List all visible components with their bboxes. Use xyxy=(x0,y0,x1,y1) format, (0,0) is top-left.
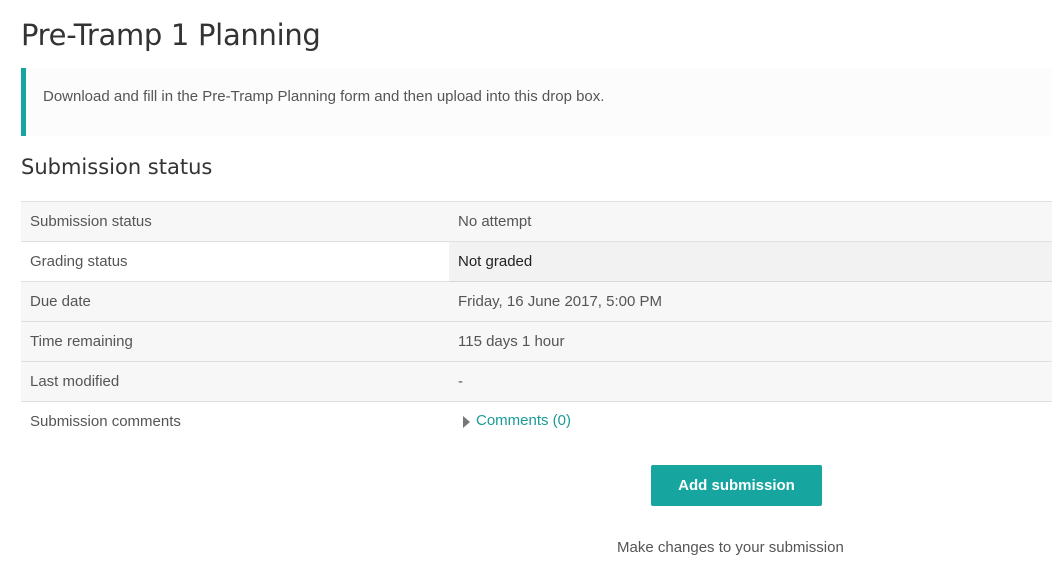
row-value: Friday, 16 June 2017, 5:00 PM xyxy=(449,281,1052,322)
assignment-page: Pre-Tramp 1 Planning Download and fill i… xyxy=(0,0,1052,585)
table-row: Time remaining 115 days 1 hour xyxy=(21,321,1052,362)
row-value: No attempt xyxy=(449,201,1052,242)
table-row: Last modified - xyxy=(21,361,1052,402)
row-label: Last modified xyxy=(21,361,449,402)
table-row: Grading status Not graded xyxy=(21,241,1052,282)
intro-text: Download and fill in the Pre-Tramp Plann… xyxy=(43,88,605,105)
intro-box: Download and fill in the Pre-Tramp Plann… xyxy=(21,68,1052,136)
page-title: Pre-Tramp 1 Planning xyxy=(21,18,321,52)
table-row: Due date Friday, 16 June 2017, 5:00 PM xyxy=(21,281,1052,322)
triangle-right-icon[interactable] xyxy=(463,415,470,428)
comments-link[interactable]: Comments (0) xyxy=(476,412,571,429)
row-value: - xyxy=(449,361,1052,402)
row-label: Due date xyxy=(21,281,449,322)
table-row: Submission comments Comments (0) xyxy=(21,401,1052,442)
row-value: Comments (0) xyxy=(449,401,1052,442)
row-label: Submission comments xyxy=(21,401,449,442)
grading-status-value: Not graded xyxy=(449,241,1052,282)
row-label: Submission status xyxy=(21,201,449,242)
table-row: Submission status No attempt xyxy=(21,201,1052,242)
add-submission-help-text: Make changes to your submission xyxy=(617,539,844,556)
submission-status-table: Submission status No attempt Grading sta… xyxy=(21,201,1052,442)
submission-status-heading: Submission status xyxy=(21,155,213,179)
row-label: Time remaining xyxy=(21,321,449,362)
row-value: 115 days 1 hour xyxy=(449,321,1052,362)
comments-toggle[interactable]: Comments (0) xyxy=(458,412,571,429)
row-label: Grading status xyxy=(21,241,449,282)
add-submission-button[interactable]: Add submission xyxy=(651,465,822,506)
